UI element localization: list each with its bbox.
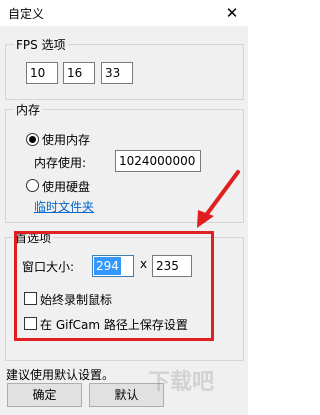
annotation-arrow-icon [197,170,240,228]
